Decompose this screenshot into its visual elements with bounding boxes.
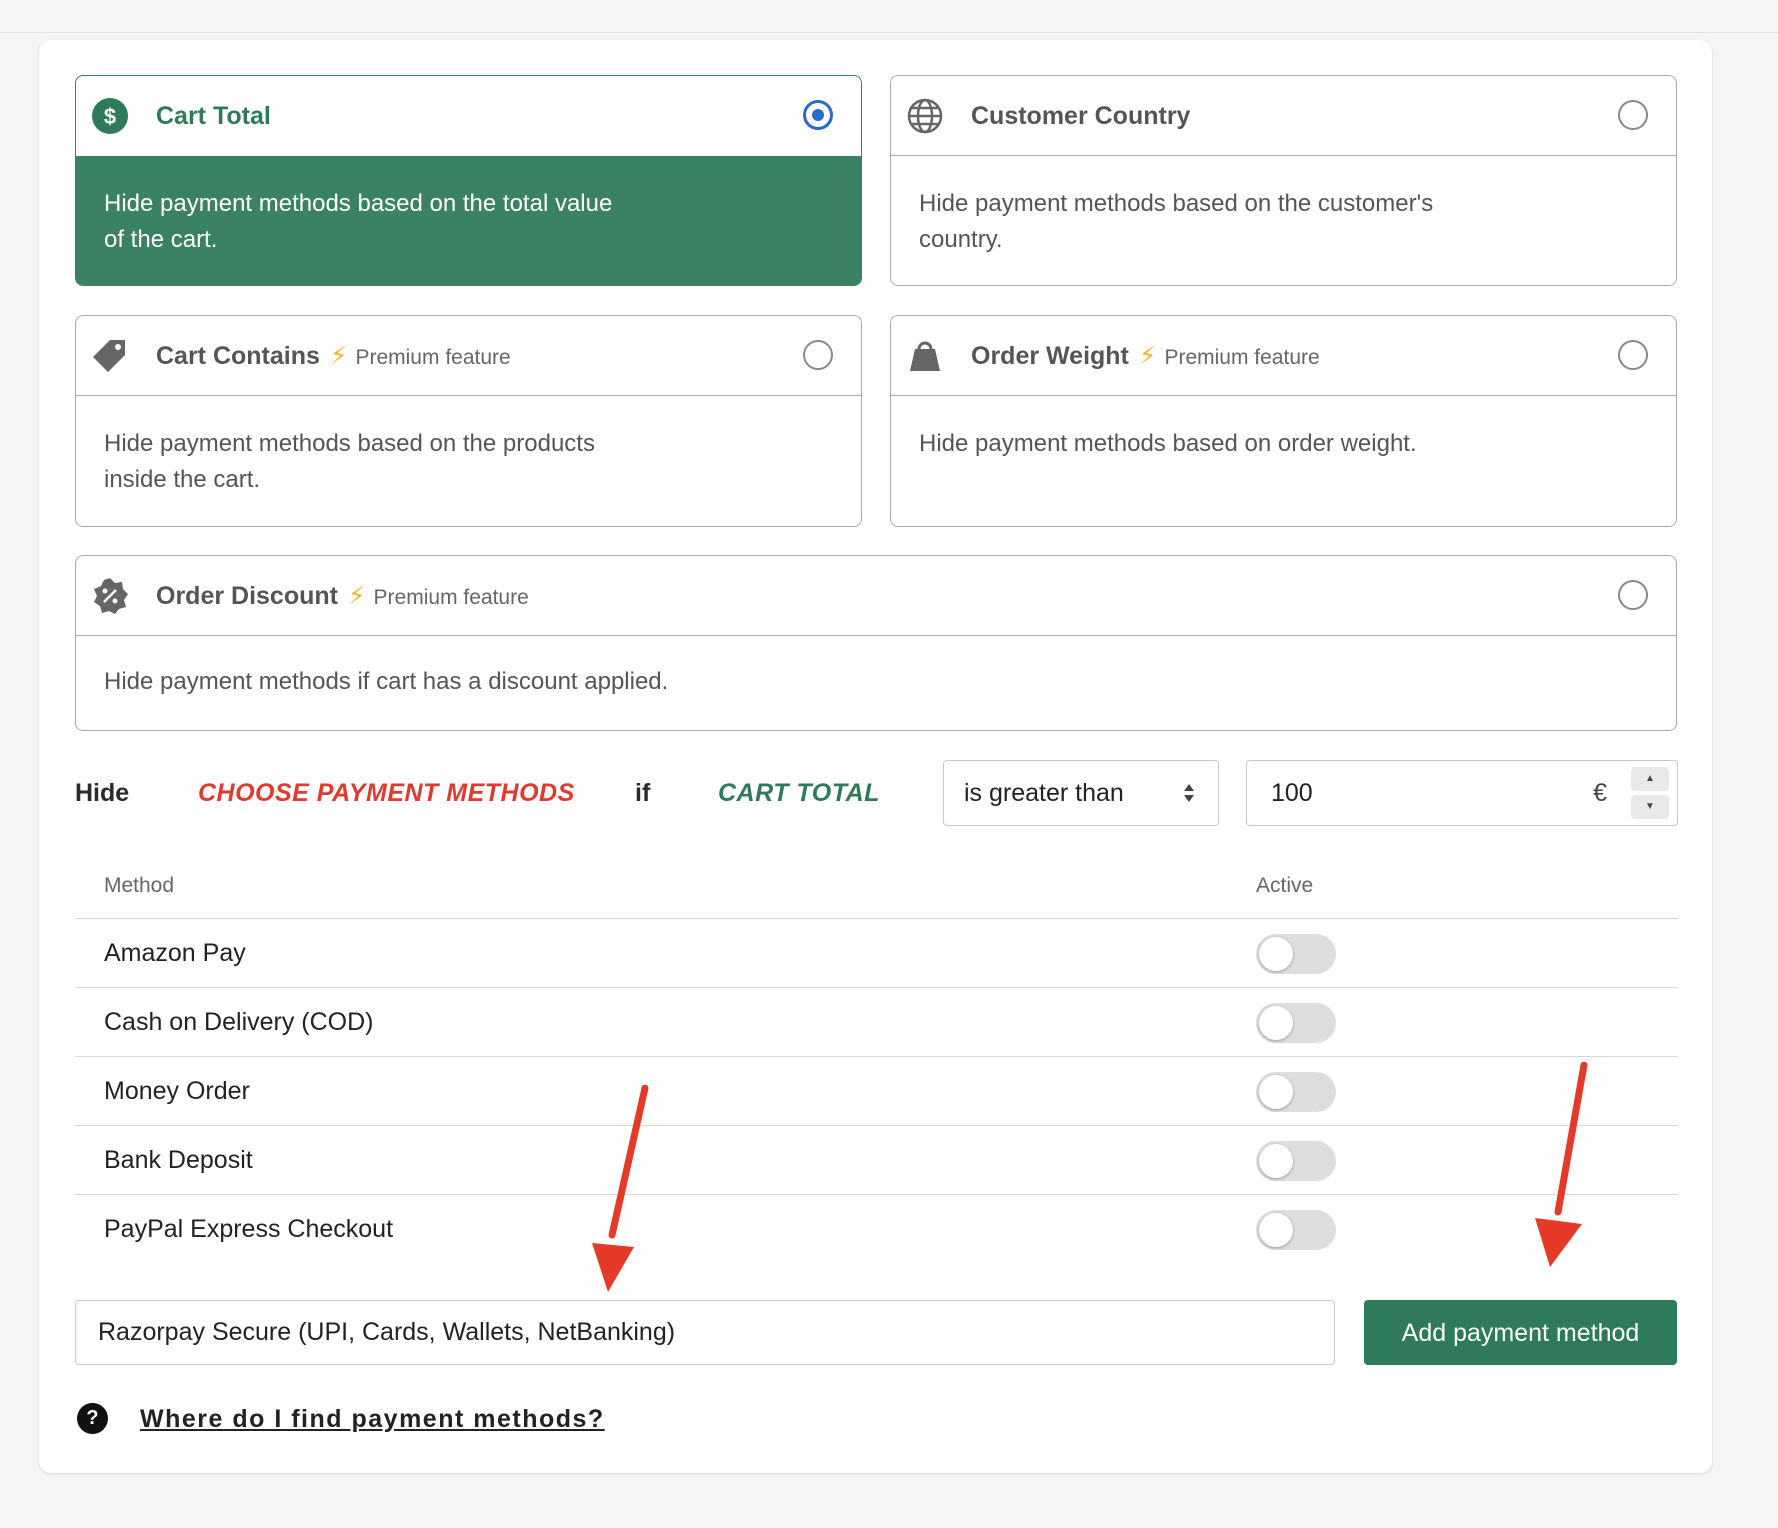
- increment-button[interactable]: ▲: [1631, 767, 1669, 791]
- condition-row: Hide CHOOSE PAYMENT METHODS if CART TOTA…: [75, 760, 1678, 826]
- help-link[interactable]: Where do I find payment methods?: [140, 1403, 605, 1435]
- card-description-text: Hide payment methods based on order weig…: [919, 430, 1417, 457]
- card-header: Customer Country: [891, 76, 1676, 156]
- rule-card-cart-contains[interactable]: Cart Contains ⚡ Premium feature Hide payme…: [75, 315, 862, 527]
- weight-icon: [910, 341, 940, 371]
- method-name: PayPal Express Checkout: [104, 1215, 394, 1243]
- premium-label: Premium feature: [1164, 346, 1320, 369]
- question-circle-icon: ?: [77, 1403, 108, 1434]
- number-spinner: ▲ ▼: [1631, 767, 1669, 819]
- radio-order-discount[interactable]: [1618, 580, 1648, 610]
- table-row: PayPal Express Checkout: [75, 1195, 1678, 1263]
- decrement-button[interactable]: ▼: [1631, 795, 1669, 819]
- payment-method-input[interactable]: Razorpay Secure (UPI, Cards, Wallets, Ne…: [75, 1300, 1335, 1365]
- column-method: Method: [104, 874, 175, 897]
- table-row: Bank Deposit: [75, 1126, 1678, 1195]
- card-title: Order Discount ⚡ Premium feature: [156, 556, 529, 638]
- toggle-knob: [1259, 1213, 1293, 1247]
- lightning-icon: ⚡: [1138, 342, 1157, 370]
- hide-label: Hide: [75, 779, 130, 807]
- rule-card-customer-country[interactable]: Customer Country Hide payment methods ba…: [890, 75, 1677, 286]
- operator-value: is greater than: [964, 779, 1124, 807]
- operator-select[interactable]: is greater than: [943, 760, 1219, 826]
- radio-cart-total[interactable]: [803, 100, 833, 130]
- method-name: Money Order: [104, 1077, 250, 1105]
- table-row: Cash on Delivery (COD): [75, 988, 1678, 1057]
- card-description: Hide payment methods based on the total …: [76, 156, 861, 285]
- card-title: Customer Country: [971, 102, 1191, 130]
- currency-symbol: €: [1593, 779, 1607, 807]
- dollar-icon: $: [92, 98, 128, 134]
- discount-badge-icon: [94, 578, 128, 614]
- lightning-icon: ⚡: [347, 582, 366, 610]
- method-name: Amazon Pay: [104, 939, 246, 967]
- method-name: Bank Deposit: [104, 1146, 253, 1174]
- card-description-text: Hide payment methods based on the custom…: [919, 190, 1434, 253]
- rule-card-order-discount[interactable]: Order Discount ⚡ Premium feature Hide paym…: [75, 555, 1677, 731]
- toggle-knob: [1259, 1075, 1293, 1109]
- caret-up-icon: ▲: [1645, 773, 1655, 784]
- table-row: Money Order: [75, 1057, 1678, 1126]
- card-description-text: Hide payment methods if cart has a disco…: [104, 668, 669, 695]
- card-header: Order Discount ⚡ Premium feature: [76, 556, 1676, 636]
- method-name: Cash on Delivery (COD): [104, 1008, 374, 1036]
- top-divider: [0, 32, 1778, 33]
- card-title-text: Order Weight: [971, 342, 1129, 370]
- card-title: Cart Total: [156, 102, 271, 130]
- active-toggle[interactable]: [1256, 1141, 1336, 1181]
- active-toggle[interactable]: [1256, 1003, 1336, 1043]
- active-toggle[interactable]: [1256, 1210, 1336, 1250]
- card-description: Hide payment methods based on the custom…: [891, 156, 1676, 285]
- if-label: if: [635, 779, 651, 807]
- toggle-knob: [1259, 937, 1293, 971]
- toggle-knob: [1259, 1144, 1293, 1178]
- rule-card-cart-total[interactable]: $ Cart Total Hide payment methods based …: [75, 75, 862, 286]
- threshold-input[interactable]: 100 € ▲ ▼: [1246, 760, 1678, 826]
- choose-payment-methods-link[interactable]: CHOOSE PAYMENT METHODS: [198, 760, 575, 826]
- radio-customer-country[interactable]: [1618, 100, 1648, 130]
- toggle-knob: [1259, 1006, 1293, 1040]
- globe-icon: [907, 98, 943, 134]
- active-toggle[interactable]: [1256, 1072, 1336, 1112]
- payment-method-input-value: Razorpay Secure (UPI, Cards, Wallets, Ne…: [98, 1318, 676, 1346]
- card-description: Hide payment methods if cart has a disco…: [76, 636, 1676, 730]
- card-header: $ Cart Total: [76, 76, 861, 156]
- methods-table-header: Method Active: [75, 860, 1678, 919]
- table-row: Amazon Pay: [75, 919, 1678, 988]
- card-title-text: Order Discount: [156, 582, 338, 610]
- svg-text:$: $: [104, 104, 116, 129]
- cart-total-field: CART TOTAL: [718, 779, 880, 807]
- card-description-text: Hide payment methods based on the total …: [104, 190, 613, 253]
- card-title: Order Weight ⚡ Premium feature: [971, 316, 1320, 398]
- annotation-arrow-left: [592, 1085, 649, 1292]
- card-header: Cart Contains ⚡ Premium feature: [76, 316, 861, 396]
- add-payment-method-button[interactable]: Add payment method: [1364, 1300, 1677, 1365]
- column-active: Active: [1256, 874, 1314, 897]
- threshold-value: 100: [1271, 779, 1313, 807]
- annotation-arrow-right: [1535, 1062, 1588, 1267]
- card-header: Order Weight ⚡ Premium feature: [891, 316, 1676, 396]
- radio-cart-contains[interactable]: [803, 340, 833, 370]
- radio-order-weight[interactable]: [1618, 340, 1648, 370]
- card-description: Hide payment methods based on order weig…: [891, 396, 1676, 492]
- sort-arrows-icon: [1184, 784, 1194, 802]
- rule-card-order-weight[interactable]: Order Weight ⚡ Premium feature Hide paymen…: [890, 315, 1677, 527]
- tag-icon: [93, 340, 125, 372]
- card-description: Hide payment methods based on the produc…: [76, 396, 861, 526]
- premium-label: Premium feature: [355, 346, 511, 369]
- card-title-text: Cart Contains: [156, 342, 320, 370]
- lightning-icon: ⚡: [329, 342, 348, 370]
- card-description-text: Hide payment methods based on the produc…: [104, 430, 595, 493]
- active-toggle[interactable]: [1256, 934, 1336, 974]
- card-title: Cart Contains ⚡ Premium feature: [156, 316, 511, 398]
- caret-down-icon: ▼: [1645, 801, 1655, 812]
- premium-label: Premium feature: [373, 586, 529, 609]
